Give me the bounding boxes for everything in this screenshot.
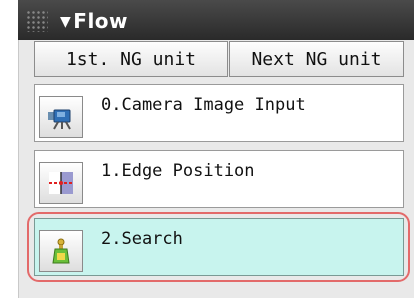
- first-ng-unit-button[interactable]: 1st. NG unit: [34, 41, 228, 77]
- edge-position-icon[interactable]: [39, 162, 83, 204]
- flow-item-search[interactable]: 2.Search: [34, 218, 404, 276]
- next-ng-unit-button[interactable]: Next NG unit: [229, 41, 404, 77]
- panel-title-label: Flow: [73, 9, 129, 33]
- panel-title[interactable]: ▼ Flow: [60, 9, 128, 33]
- flow-item-camera-image-input[interactable]: 0.Camera Image Input: [34, 84, 404, 142]
- drag-handle-icon[interactable]: [26, 10, 48, 32]
- flow-item-label: 1.Edge Position: [101, 161, 255, 181]
- flow-title-bar[interactable]: ▼ Flow: [18, 0, 414, 40]
- flow-item-edge-position[interactable]: 1.Edge Position: [34, 150, 404, 208]
- search-model-icon[interactable]: [39, 230, 83, 272]
- camera-icon[interactable]: [39, 96, 83, 138]
- flow-item-label: 0.Camera Image Input: [101, 95, 306, 115]
- flow-item-label: 2.Search: [101, 229, 183, 249]
- collapse-triangle-icon[interactable]: ▼: [60, 14, 71, 30]
